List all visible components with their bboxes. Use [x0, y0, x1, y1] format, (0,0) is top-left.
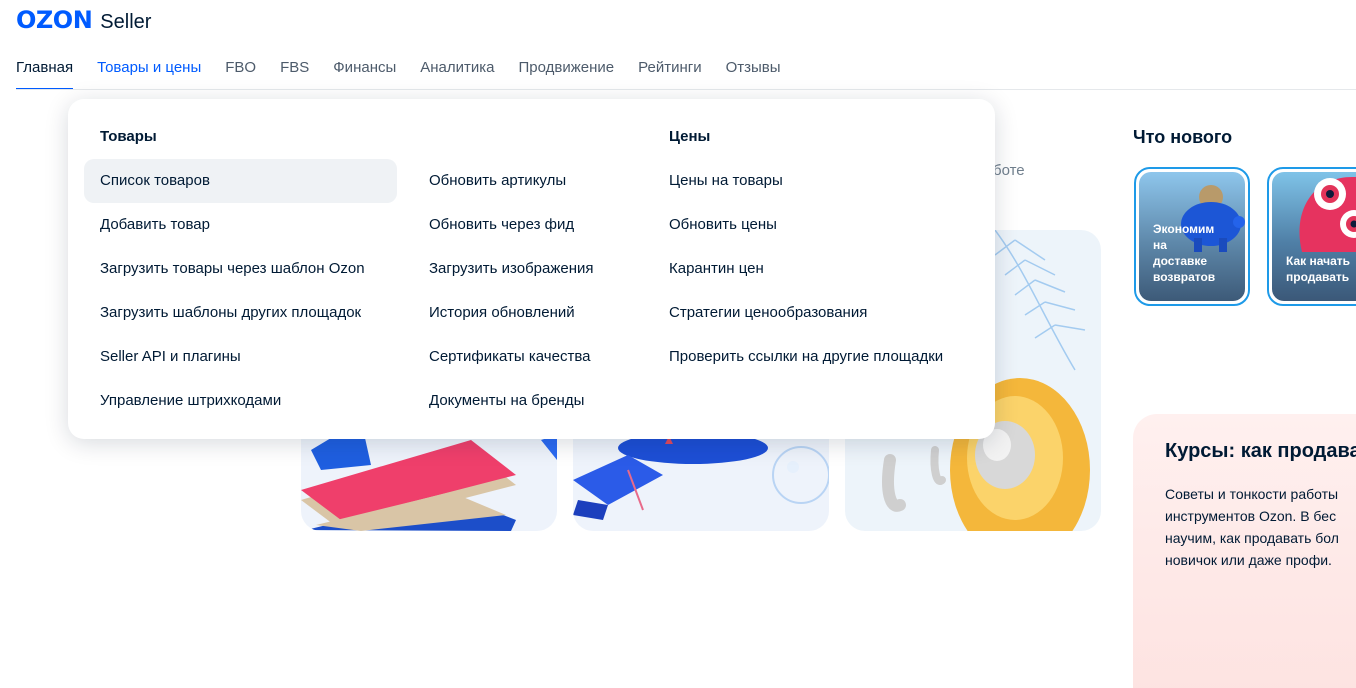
nav-item-finance[interactable]: Финансы [333, 52, 396, 90]
nav-item-promotion[interactable]: Продвижение [519, 52, 615, 90]
goods-section-heading: Товары [100, 128, 157, 145]
menu-item-seller-api[interactable]: Seller API и плагины [84, 335, 241, 379]
menu-item-upload-images[interactable]: Загрузить изображения [413, 247, 594, 291]
menu-item-quality-certificates[interactable]: Сертификаты качества [413, 335, 590, 379]
menu-item-update-history[interactable]: История обновлений [413, 291, 575, 335]
nav-item-home[interactable]: Главная [16, 52, 74, 90]
nav-item-analytics[interactable]: Аналитика [420, 52, 494, 90]
seller-label: Seller [100, 11, 152, 33]
nav-item-goods-and-prices[interactable]: Товары и цены [97, 52, 201, 90]
story-label: Экономим на доставке возвратов [1153, 222, 1216, 284]
nav-item-fbo[interactable]: FBO [225, 52, 256, 90]
nav-item-fbs[interactable]: FBS [280, 52, 309, 90]
goods-and-prices-dropdown: Товары Цены Список товаров Добавить това… [68, 99, 995, 439]
partial-subtitle: боте [993, 162, 1025, 179]
menu-item-product-list[interactable]: Список товаров [84, 159, 397, 203]
menu-item-barcodes[interactable]: Управление штрихкодами [84, 379, 281, 423]
main-nav: Главная Товары и цены FBO FBS Финансы Ан… [16, 52, 805, 90]
menu-item-product-prices[interactable]: Цены на товары [653, 159, 783, 203]
ozon-logo: OZON [16, 6, 93, 34]
ozon-seller-logo[interactable]: OZON Seller [16, 6, 151, 34]
courses-title: Курсы: как продават [1165, 440, 1356, 462]
menu-item-add-product[interactable]: Добавить товар [84, 203, 210, 247]
menu-item-price-quarantine[interactable]: Карантин цен [653, 247, 764, 291]
courses-description: Советы и тонкости работы инструментов Oz… [1165, 486, 1339, 568]
nav-divider [16, 89, 1356, 90]
menu-item-update-articles[interactable]: Обновить артикулы [413, 159, 566, 203]
nav-item-reviews[interactable]: Отзывы [726, 52, 781, 90]
menu-item-pricing-strategies[interactable]: Стратегии ценообразования [653, 291, 867, 335]
menu-item-check-external-links[interactable]: Проверить ссылки на другие площадки [653, 335, 943, 379]
story-how-to-start[interactable]: Как начать продавать [1267, 167, 1356, 306]
menu-item-upload-ozon-template[interactable]: Загрузить товары через шаблон Ozon [84, 247, 365, 291]
menu-item-update-via-feed[interactable]: Обновить через фид [413, 203, 574, 247]
story-returns-delivery[interactable]: Экономим на доставке возвратов [1134, 167, 1250, 306]
menu-item-brand-documents[interactable]: Документы на бренды [413, 379, 584, 423]
whats-new-title: Что нового [1133, 127, 1233, 147]
story-label: Как начать продавать [1286, 254, 1351, 284]
nav-item-ratings[interactable]: Рейтинги [638, 52, 701, 90]
menu-item-update-prices[interactable]: Обновить цены [653, 203, 777, 247]
prices-section-heading: Цены [669, 128, 711, 145]
menu-item-upload-other-templates[interactable]: Загрузить шаблоны других площадок [84, 291, 361, 335]
courses-card[interactable]: Курсы: как продават Советы и тонкости ра… [1133, 414, 1356, 688]
